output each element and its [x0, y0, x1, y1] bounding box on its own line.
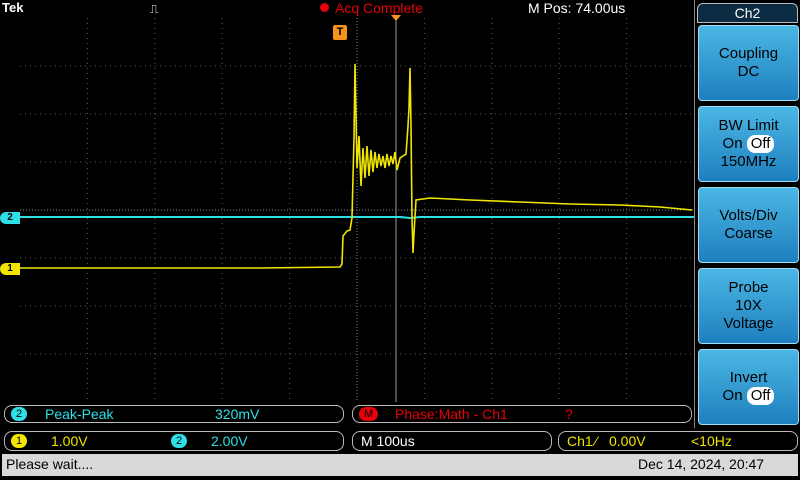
ch1-ground-marker[interactable]: 1 [0, 263, 20, 275]
timebase-readout[interactable]: M 100us [352, 431, 552, 451]
measurement-1-value: 320mV [215, 406, 260, 422]
trigger-position-marker [391, 15, 401, 21]
invert-button[interactable]: Invert On Off [698, 349, 799, 425]
trigger-slope-icon: ⁄ [595, 433, 598, 449]
volts-div-value: Coarse [724, 225, 773, 242]
bw-limit-button[interactable]: BW Limit On Off 150MHz [698, 106, 799, 182]
waveform-display[interactable] [20, 18, 694, 402]
measurement-2-math-badge: M [359, 407, 379, 421]
acquisition-status-icon [320, 3, 329, 12]
bw-limit-toggle: On Off [699, 135, 798, 153]
trigger-source: Ch1 [567, 433, 593, 449]
vertical-scale-readout[interactable]: 1 1.00V 2 2.00V [4, 431, 344, 451]
measurement-1[interactable]: 2 Peak-Peak 320mV [4, 405, 344, 423]
ch1-trace [20, 63, 693, 269]
ch1-badge: 1 [11, 434, 28, 448]
invert-off: Off [746, 387, 775, 405]
top-status-bar: Tek ⎍ Acq Complete M Pos: 74.00us [0, 0, 694, 18]
coupling-label: Coupling [718, 45, 779, 62]
ch2-badge: 2 [171, 434, 188, 448]
bw-limit-label: BW Limit [718, 117, 779, 134]
measurement-2-label: Phase:Math - Ch1 [395, 406, 508, 422]
timebase: M 100us [361, 433, 415, 449]
probe-button[interactable]: Probe 10X Voltage [698, 268, 799, 344]
invert-label: Invert [729, 369, 768, 386]
side-menu-title: Ch2 [697, 3, 798, 23]
measurement-1-label: Peak-Peak [45, 406, 114, 422]
acquisition-status: Acq Complete [335, 0, 423, 16]
horizontal-position: M Pos: 74.00us [528, 0, 626, 16]
measurement-1-channel-badge: 2 [11, 407, 28, 421]
ch2-trace [20, 216, 694, 220]
measurement-2[interactable]: M Phase:Math - Ch1 ? [352, 405, 692, 423]
probe-type: Voltage [723, 315, 774, 332]
graticule-center [20, 18, 694, 402]
ch2-scale: 2.00V [211, 433, 248, 449]
volts-div-button[interactable]: Volts/Div Coarse [698, 187, 799, 263]
bw-limit-off: Off [746, 135, 775, 153]
graticule-and-traces [20, 18, 694, 402]
bw-limit-on: On [722, 135, 743, 152]
brand-logo: Tek [2, 0, 24, 15]
ch2-ground-marker[interactable]: 2 [0, 212, 20, 224]
coupling-button[interactable]: Coupling DC [698, 25, 799, 101]
volts-div-label: Volts/Div [719, 207, 778, 224]
probe-label: Probe [728, 279, 769, 296]
trigger-level: 0.00V [609, 433, 646, 449]
status-message: Please wait.... [6, 456, 94, 472]
bw-limit-value: 150MHz [720, 153, 777, 170]
trigger-readout[interactable]: Ch1 ⁄ 0.00V <10Hz [558, 431, 798, 451]
ch1-scale: 1.00V [51, 433, 88, 449]
probe-attenuation: 10X [735, 297, 762, 314]
trigger-marker[interactable]: T [333, 25, 347, 40]
trigger-frequency: <10Hz [691, 433, 732, 449]
status-bar: Please wait.... Dec 14, 2024, 20:47 [2, 454, 798, 476]
measurement-2-value: ? [565, 406, 573, 422]
invert-on: On [722, 387, 743, 404]
status-datetime: Dec 14, 2024, 20:47 [638, 456, 765, 472]
coupling-value: DC [737, 63, 760, 80]
run-icon: ⎍ [150, 2, 159, 16]
invert-toggle: On Off [699, 387, 798, 405]
